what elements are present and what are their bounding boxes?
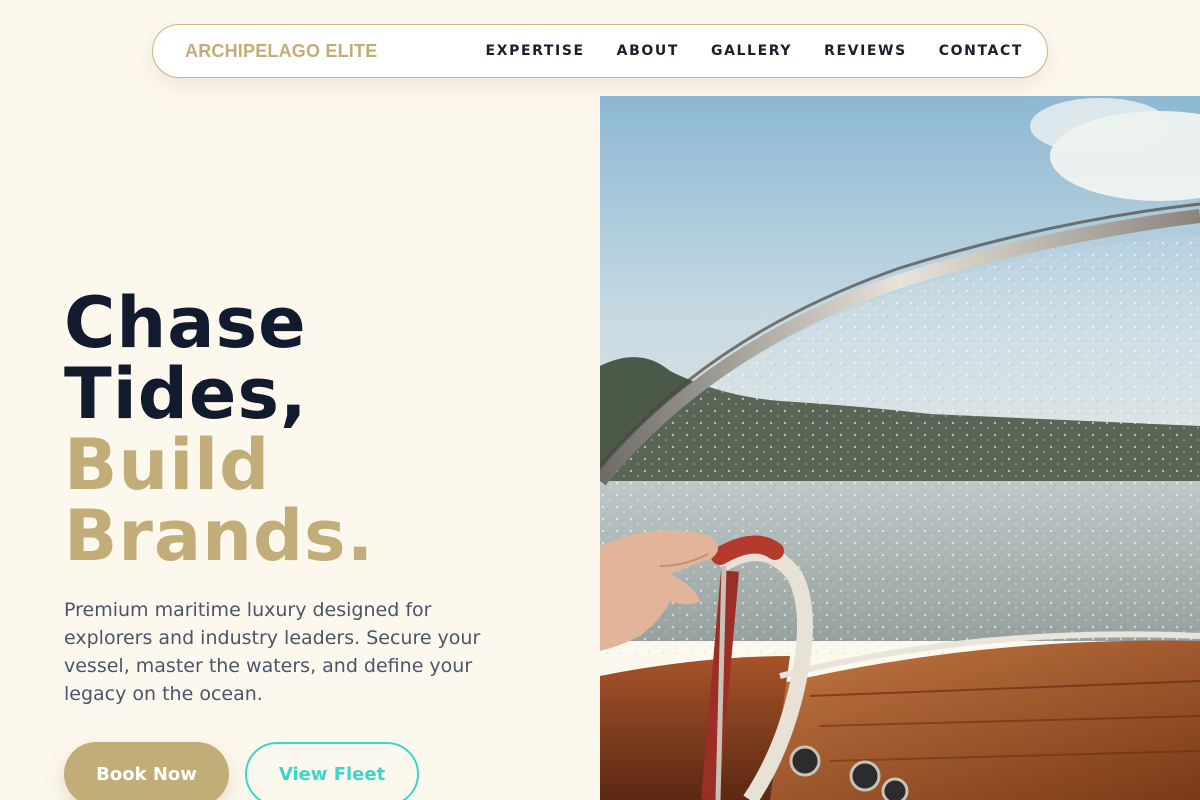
nav-link-expertise[interactable]: EXPERTISE — [486, 43, 585, 59]
boat-illustration — [600, 96, 1200, 800]
headline-line-brands: Brands. — [64, 495, 375, 577]
hero-description: Premium maritime luxury designed for exp… — [64, 599, 481, 705]
headline-line-tides: Tides, — [64, 353, 308, 435]
nav-link-about[interactable]: ABOUT — [617, 43, 679, 59]
hero-boat-image — [600, 96, 1200, 800]
nav-link-gallery[interactable]: GALLERY — [711, 43, 792, 59]
brand-logo[interactable]: ARCHIPELAGO ELITE — [185, 41, 377, 62]
book-now-button[interactable]: Book Now — [64, 742, 229, 800]
hero-actions: Book Now View Fleet — [64, 742, 534, 800]
headline-line-build: Build — [64, 424, 271, 506]
view-fleet-button[interactable]: View Fleet — [245, 742, 419, 800]
headline-line-chase: Chase — [64, 282, 307, 364]
nav-link-reviews[interactable]: REVIEWS — [824, 43, 907, 59]
main-menu: EXPERTISE ABOUT GALLERY REVIEWS CONTACT — [486, 43, 1023, 59]
nav-link-contact[interactable]: CONTACT — [939, 43, 1023, 59]
top-nav: ARCHIPELAGO ELITE EXPERTISE ABOUT GALLER… — [152, 24, 1048, 78]
hero-section: Chase Tides, Build Brands. Premium marit… — [64, 288, 534, 800]
hero-headline: Chase Tides, Build Brands. — [64, 288, 534, 572]
